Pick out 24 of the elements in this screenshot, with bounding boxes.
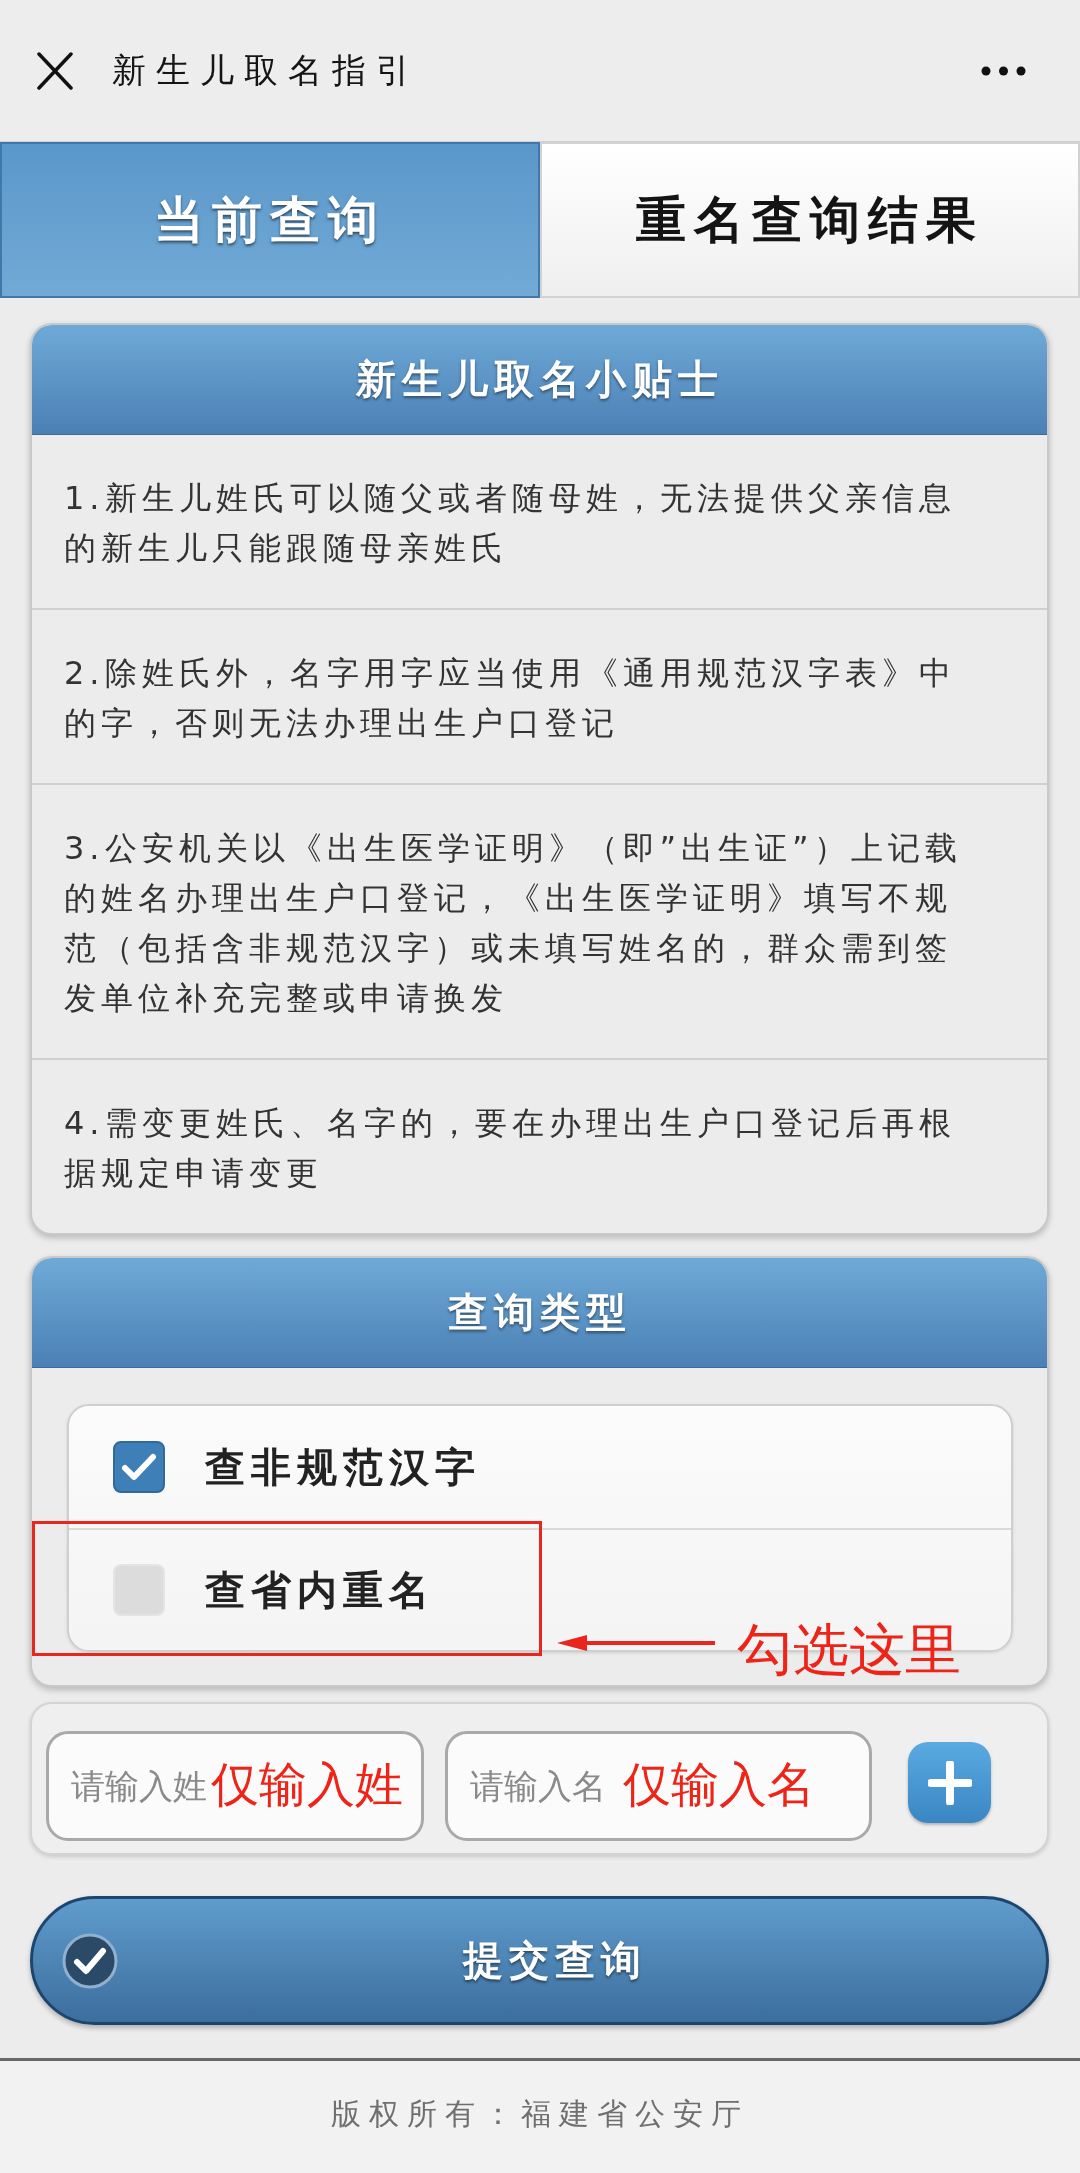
option-label: 查非规范汉字 [205,1442,481,1492]
check-icon [62,1932,118,1989]
close-icon[interactable] [37,51,73,90]
check-icon [122,1453,156,1481]
page-title: 新生儿取名指引 [112,48,420,92]
checkbox[interactable] [113,1441,165,1493]
annotation-note: 仅输入姓 [211,1759,403,1808]
plus-icon [927,1760,972,1805]
panel-header: 新生儿取名小贴士 [32,325,1047,435]
panel-header: 查询类型 [32,1258,1047,1368]
tip-text: 4.需变更姓氏、名字的，要在办理出生户口登记后再根据规定申请变更 [64,1103,957,1194]
tip-text: 2.除姓氏外，名字用字应当使用《通用规范汉字表》中的字，否则无法办理出生户口登记 [64,653,957,744]
tip-text: 3.公安机关以《出生医学证明》（即”出生证”）上记载的姓名办理出生户口登记，《出生医学证明》填写不规范（包括含非规范汉字）或未填写姓名的，群众需到签发单位补充完整或申请换发 [64,828,963,1019]
option-label: 查省内重名 [205,1565,435,1615]
add-button[interactable] [908,1742,991,1823]
tab[interactable]: 重名查询结果 [540,142,1080,298]
tip-text: 1.新生儿姓氏可以随父或者随母姓，无法提供父亲信息的新生儿只能跟随母亲姓氏 [64,478,957,569]
annotation-note: 仅输入名 [623,1759,815,1808]
tab[interactable]: 当前查询 [0,142,540,298]
copyright-text: 版权所有：福建省公安厅 [331,2095,749,2133]
annotation-note: 勾选这里 [737,1622,961,1678]
submit-button[interactable]: 提交查询 [30,1896,1049,2025]
arrow-icon [557,1634,715,1652]
more-icon[interactable] [981,65,1026,76]
